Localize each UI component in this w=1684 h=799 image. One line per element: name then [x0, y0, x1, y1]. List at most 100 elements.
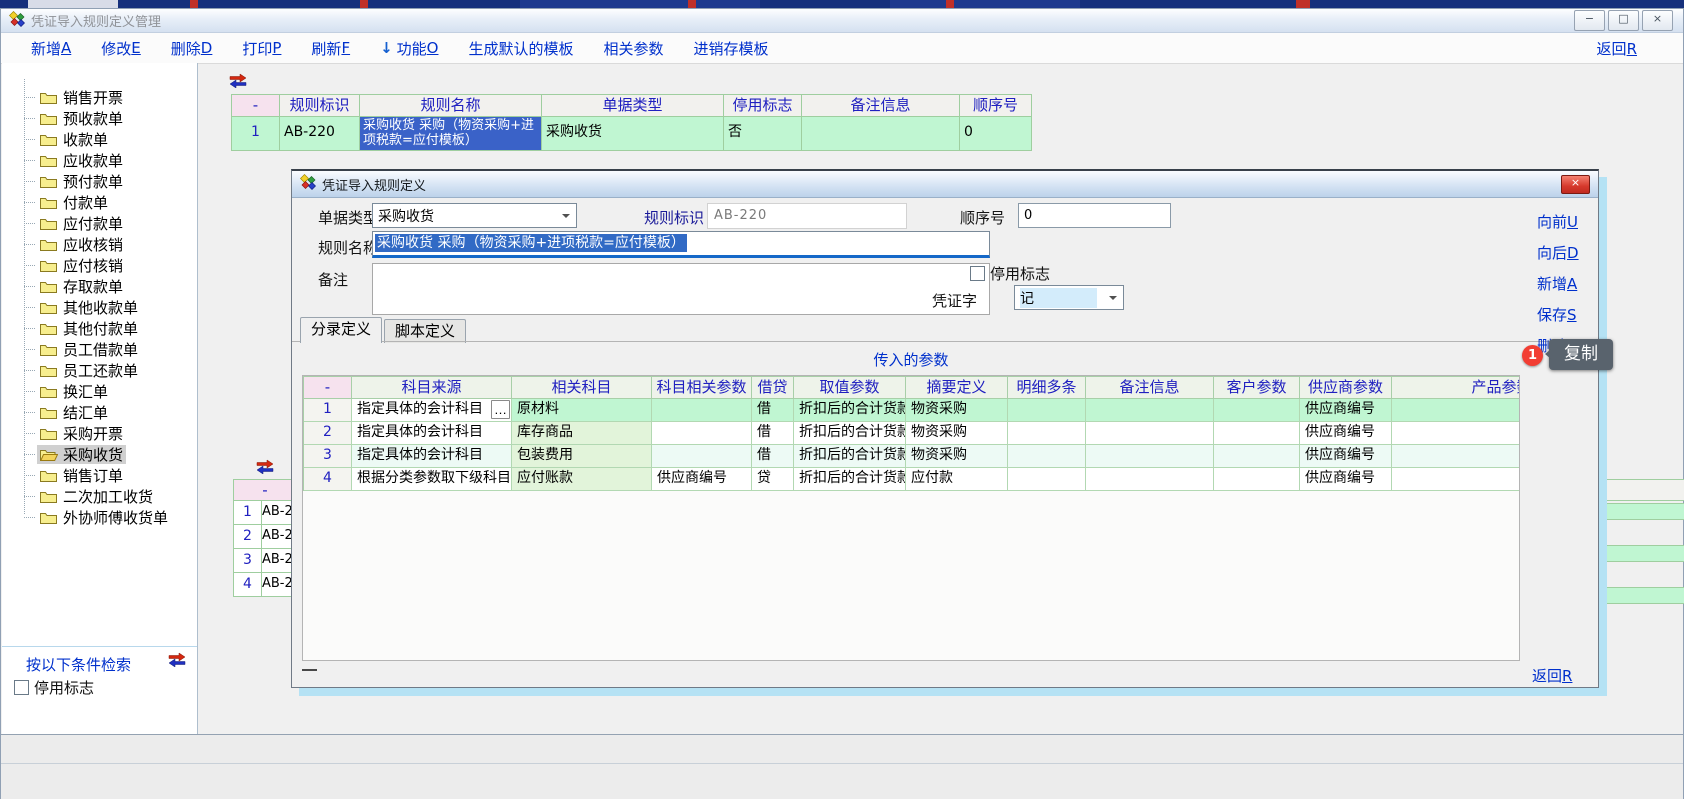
side-button[interactable]: 向后D — [1537, 242, 1579, 263]
maximize-icon[interactable]: □ — [1608, 10, 1639, 31]
row-number-cell[interactable]: 2 — [234, 525, 262, 549]
sidebar-tree-item[interactable]: 预收款单 — [2, 108, 197, 129]
row-number-cell[interactable]: 4 — [234, 573, 262, 597]
grid-cell[interactable]: 原材料 — [512, 399, 652, 422]
sidebar-tree-item[interactable]: 应收款单 — [2, 150, 197, 171]
grid-cell[interactable]: 2 — [304, 422, 352, 445]
grid-row[interactable]: 3指定具体的会计科目包装费用借折扣后的合计货款物资采购供应商编号 — [303, 445, 1520, 468]
grid-row[interactable]: 4根据分类参数取下级科目应付账款供应商编号贷折扣后的合计货款应付款供应商编号 — [303, 468, 1520, 491]
grid-cell[interactable]: 借 — [752, 445, 794, 468]
table-row[interactable]: 1 AB-220 采购收货 采购（物资采购+进项税款=应付模板） 采购收货 否 … — [231, 117, 1032, 151]
swap-icon[interactable] — [256, 459, 274, 478]
grid-cell[interactable]: 借 — [752, 399, 794, 422]
rule-id-cell[interactable]: AB-220 — [280, 117, 360, 151]
grid-cell[interactable]: 指定具体的会计科目… — [352, 399, 512, 422]
grid-cell[interactable]: 指定具体的会计科目 — [352, 422, 512, 445]
sidebar-tree-item[interactable]: 应付核销 — [2, 255, 197, 276]
grid-cell[interactable] — [1214, 422, 1300, 445]
toolbar-button[interactable]: 删除D — [171, 38, 213, 59]
grid-cell[interactable]: 折扣后的合计货款 — [794, 422, 906, 445]
grid-cell[interactable]: 供应商编号 — [1300, 445, 1392, 468]
sidebar-tree-item[interactable]: 二次加工收货 — [2, 486, 197, 507]
rule-id-field[interactable]: AB-220 — [707, 203, 907, 229]
grid-cell[interactable] — [1086, 468, 1214, 491]
sidebar-tree-item[interactable]: 其他付款单 — [2, 318, 197, 339]
doc-type-select[interactable]: 采购收货 — [372, 203, 577, 228]
row-number-cell[interactable]: 3 — [234, 549, 262, 573]
row-number-cell[interactable]: 1 — [232, 117, 280, 151]
grid-cell[interactable] — [1392, 445, 1520, 468]
sidebar-tree-item[interactable]: 其他收款单 — [2, 297, 197, 318]
grid-cell[interactable] — [652, 399, 752, 422]
grid-cell[interactable]: 库存商品 — [512, 422, 652, 445]
grid-cell[interactable]: 供应商编号 — [1300, 422, 1392, 445]
grid-cell[interactable]: 4 — [304, 468, 352, 491]
sidebar-tree-item[interactable]: 应收核销 — [2, 234, 197, 255]
toolbar-button[interactable]: 打印P — [242, 38, 281, 59]
grid-cell[interactable] — [1392, 422, 1520, 445]
sidebar-tree-item[interactable]: 销售开票 — [2, 87, 197, 108]
tab-entry-definition[interactable]: 分录定义 — [300, 317, 382, 343]
sidebar-tree-item[interactable]: 员工还款单 — [2, 360, 197, 381]
sequence-cell[interactable]: 0 — [960, 117, 1032, 151]
disable-flag-checkbox[interactable] — [14, 680, 29, 695]
sidebar-tree-item[interactable]: 销售订单 — [2, 465, 197, 486]
remark-cell[interactable] — [802, 117, 960, 151]
toolbar-button[interactable]: ↓功能O — [380, 38, 438, 59]
grid-cell[interactable]: 贷 — [752, 468, 794, 491]
search-condition-link[interactable]: 按以下条件检索 — [26, 654, 131, 675]
sidebar-tree-item[interactable]: 结汇单 — [2, 402, 197, 423]
sidebar-tree-item[interactable]: 存取款单 — [2, 276, 197, 297]
sidebar-tree-item[interactable]: 员工借款单 — [2, 339, 197, 360]
table-row[interactable]: 2 AB-22 — [233, 525, 298, 549]
dialog-return-button[interactable]: 返回R — [1532, 665, 1572, 686]
rule-name-cell-selected[interactable]: 采购收货 采购（物资采购+进项税款=应付模板） — [360, 117, 542, 151]
row-number-cell[interactable]: 1 — [234, 501, 262, 525]
grid-cell[interactable] — [1008, 468, 1086, 491]
disable-flag-checkbox[interactable] — [970, 266, 985, 281]
side-button[interactable]: 新增A — [1537, 273, 1579, 294]
table-row[interactable]: 3 AB-22 — [233, 549, 298, 573]
toolbar-button[interactable]: 相关参数 — [604, 38, 664, 59]
grid-cell[interactable]: 指定具体的会计科目 — [352, 445, 512, 468]
doc-type-cell[interactable]: 采购收货 — [542, 117, 724, 151]
grid-cell[interactable] — [1086, 399, 1214, 422]
grid-cell[interactable] — [1392, 468, 1520, 491]
grid-cell[interactable] — [652, 445, 752, 468]
sidebar-tree-item[interactable]: 付款单 — [2, 192, 197, 213]
grid-cell[interactable] — [1214, 468, 1300, 491]
toolbar-button[interactable]: 刷新F — [311, 38, 350, 59]
back-button[interactable]: 返回R — [1597, 38, 1637, 59]
dialog-close-icon[interactable]: × — [1561, 175, 1590, 194]
grid-cell[interactable]: 3 — [304, 445, 352, 468]
grid-cell[interactable]: 供应商编号 — [1300, 468, 1392, 491]
grid-cell[interactable]: 根据分类参数取下级科目 — [352, 468, 512, 491]
grid-cell[interactable] — [1214, 399, 1300, 422]
copy-button[interactable]: 复制 — [1549, 339, 1613, 370]
sidebar-tree-item-selected[interactable]: 采购收货 — [2, 444, 197, 465]
grid-cell[interactable] — [1086, 422, 1214, 445]
grid-cell[interactable] — [1008, 422, 1086, 445]
swap-icon[interactable] — [229, 73, 247, 92]
toolbar-button[interactable]: 进销存模板 — [694, 38, 769, 59]
ellipsis-button[interactable]: … — [491, 400, 510, 419]
sidebar-tree-item[interactable]: 收款单 — [2, 129, 197, 150]
grid-cell[interactable]: 应付账款 — [512, 468, 652, 491]
grid-cell[interactable]: 物资采购 — [906, 445, 1008, 468]
remark-textarea[interactable] — [372, 263, 990, 315]
sidebar-tree-item[interactable]: 采购开票 — [2, 423, 197, 444]
grid-row[interactable]: 1指定具体的会计科目…原材料借折扣后的合计货款物资采购供应商编号 — [303, 399, 1520, 422]
grid-cell[interactable] — [1214, 445, 1300, 468]
side-button[interactable]: 保存S — [1537, 304, 1579, 325]
side-button[interactable]: 向前U — [1537, 211, 1579, 232]
grid-row[interactable]: 2指定具体的会计科目库存商品借折扣后的合计货款物资采购供应商编号 — [303, 422, 1520, 445]
grid-cell[interactable]: 折扣后的合计货款 — [794, 399, 906, 422]
sidebar-tree-item[interactable]: 应付款单 — [2, 213, 197, 234]
sidebar-tree-item[interactable]: 预付款单 — [2, 171, 197, 192]
grid-cell[interactable]: 应付款 — [906, 468, 1008, 491]
grid-cell[interactable] — [1392, 399, 1520, 422]
grid-cell[interactable]: 供应商编号 — [652, 468, 752, 491]
splitter-handle[interactable] — [302, 669, 317, 671]
grid-cell[interactable] — [1086, 445, 1214, 468]
table-row[interactable]: 1 AB-22 — [233, 501, 298, 525]
